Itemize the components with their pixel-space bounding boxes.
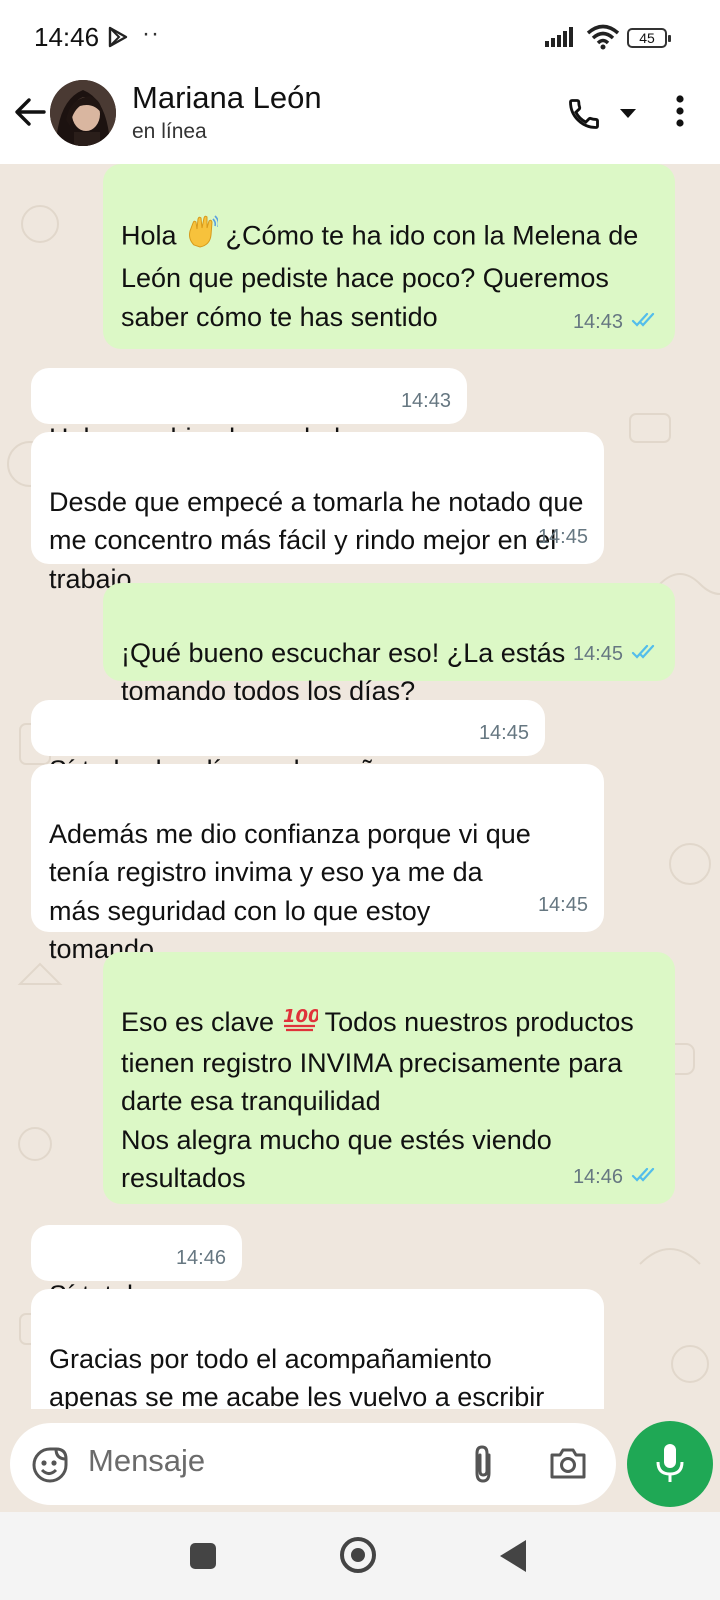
message-meta: 14:46 <box>573 1158 659 1197</box>
system-nav-bar <box>0 1512 720 1600</box>
message-input[interactable]: Mensaje <box>88 1443 205 1479</box>
contact-name[interactable]: Mariana León <box>132 80 322 116</box>
chat-header: Mariana León en línea <box>0 74 720 164</box>
message-meta: 14:45 <box>573 635 659 674</box>
phone-icon[interactable] <box>566 96 602 137</box>
recents-icon[interactable] <box>190 1543 216 1569</box>
waving-hand-emoji <box>184 214 220 260</box>
caret-down-icon[interactable] <box>620 106 636 124</box>
mic-button[interactable] <box>627 1421 713 1507</box>
message-time: 14:46 <box>175 1246 226 1269</box>
message-text: Eso es clave <box>121 1006 282 1037</box>
message-incoming[interactable]: Gracias por todo el acompañamiento apena… <box>31 1289 604 1409</box>
home-icon[interactable] <box>340 1537 376 1573</box>
back-arrow-icon[interactable] <box>12 94 48 135</box>
message-incoming[interactable]: Hola muy bien la verdad 14:43 <box>31 368 467 453</box>
message-text: Hola <box>121 219 185 250</box>
message-outgoing[interactable]: Eso es clave 100 Todos nuestros producto… <box>103 952 675 1204</box>
message-time: 14:45 <box>537 893 588 916</box>
chat-area[interactable]: Hola ¿Cómo te ha ido con la Melena de Le… <box>0 164 720 1409</box>
play-store-icon <box>108 26 128 53</box>
message-time: 14:43 <box>572 310 623 333</box>
message-text: Gracias por todo el acompañamiento apena… <box>49 1343 545 1410</box>
message-incoming[interactable]: Sí total 14:46 <box>31 1225 242 1310</box>
message-outgoing[interactable]: ¡Qué bueno escuchar eso! ¿La estás toman… <box>103 583 675 706</box>
message-meta: 14:45 <box>538 886 588 925</box>
status-dots: ·· <box>142 20 160 47</box>
emoji-icon[interactable] <box>30 1445 70 1490</box>
message-time: 14:45 <box>478 721 529 744</box>
message-time: 14:45 <box>537 525 588 548</box>
double-check-icon <box>631 303 659 342</box>
status-time: 14:46 <box>34 22 100 52</box>
message-meta: 14:43 <box>573 303 659 342</box>
mic-icon <box>656 1444 684 1482</box>
more-vert-icon[interactable] <box>674 94 686 133</box>
contact-status: en línea <box>132 120 207 143</box>
avatar[interactable] <box>50 80 116 146</box>
message-incoming[interactable]: Desde que empecé a tomarla he notado que… <box>31 432 604 594</box>
message-meta: 14:46 <box>176 1239 226 1278</box>
status-bar: 14:46 ·· 45 <box>0 0 720 74</box>
message-incoming[interactable]: Además me dio confianza porque vi que te… <box>31 764 604 964</box>
hundred-points-emoji: 100 <box>282 1003 320 1044</box>
signal-icon <box>545 27 577 52</box>
message-time: 14:45 <box>572 642 623 665</box>
message-time: 14:46 <box>572 1165 623 1188</box>
battery-icon: 45 <box>627 28 671 48</box>
message-meta: 14:43 <box>401 382 451 421</box>
double-check-icon <box>631 635 659 674</box>
message-time: 14:43 <box>400 389 451 412</box>
system-back-icon[interactable] <box>500 1540 526 1572</box>
message-meta: 14:45 <box>479 714 529 753</box>
message-meta: 14:45 <box>538 518 588 557</box>
svg-text:100: 100 <box>283 1006 318 1027</box>
message-outgoing[interactable]: Hola ¿Cómo te ha ido con la Melena de Le… <box>103 164 675 416</box>
wifi-icon <box>586 24 620 55</box>
camera-icon[interactable] <box>548 1445 588 1486</box>
message-incoming[interactable]: Sí todos los días en la mañana 14:45 <box>31 700 545 785</box>
message-composer: Mensaje <box>10 1423 616 1505</box>
double-check-icon <box>631 1158 659 1197</box>
attach-icon[interactable] <box>470 1443 496 1490</box>
